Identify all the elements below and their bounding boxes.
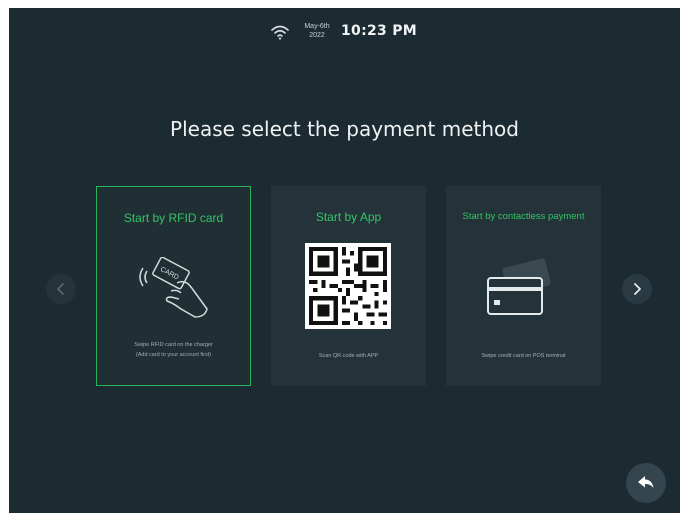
contactless-card-description: Swipe credit card on POS terminal xyxy=(481,353,566,359)
wifi-icon xyxy=(271,25,289,40)
rfid-desc-line2: (Add card to your account first) xyxy=(135,352,212,358)
app-card-description: Scan QR code with APP xyxy=(318,353,379,359)
app-payment-card[interactable]: Start by App Scan QR code with APP xyxy=(271,186,426,386)
contactless-card-title: Start by contactless payment xyxy=(462,211,585,222)
credit-card-icon xyxy=(487,258,551,315)
qr-code-icon xyxy=(305,243,391,329)
previous-button[interactable] xyxy=(46,274,76,304)
date-display: May-6th 2022 xyxy=(300,22,334,40)
app-card-title: Start by App xyxy=(315,210,382,224)
status-bar: May-6th 2022 10:23 PM xyxy=(9,20,680,48)
rfid-card-description: Swipe RFID card on the charger (Add card… xyxy=(97,340,250,360)
chevron-right-icon xyxy=(634,283,641,295)
date-year: 2022 xyxy=(309,32,325,39)
date-day: May-6th xyxy=(304,23,330,30)
next-button[interactable] xyxy=(622,274,652,304)
chevron-left-icon xyxy=(57,283,64,295)
back-button[interactable] xyxy=(626,463,666,503)
contactless-payment-card[interactable]: Start by contactless payment Swipe credi… xyxy=(446,186,601,386)
page-title: Please select the payment method xyxy=(170,117,519,141)
time-display: 10:23 PM xyxy=(341,23,418,39)
payment-screen: May-6th 2022 10:23 PM Please select the … xyxy=(9,8,680,513)
rfid-card-tap-icon: CARD xyxy=(139,257,208,318)
back-arrow-icon xyxy=(638,476,654,488)
rfid-payment-card[interactable]: Start by RFID card CARD Swipe RFID card … xyxy=(96,186,251,386)
rfid-desc-line1: Swipe RFID card on the charger xyxy=(134,342,213,348)
rfid-card-title: Start by RFID card xyxy=(123,211,224,225)
